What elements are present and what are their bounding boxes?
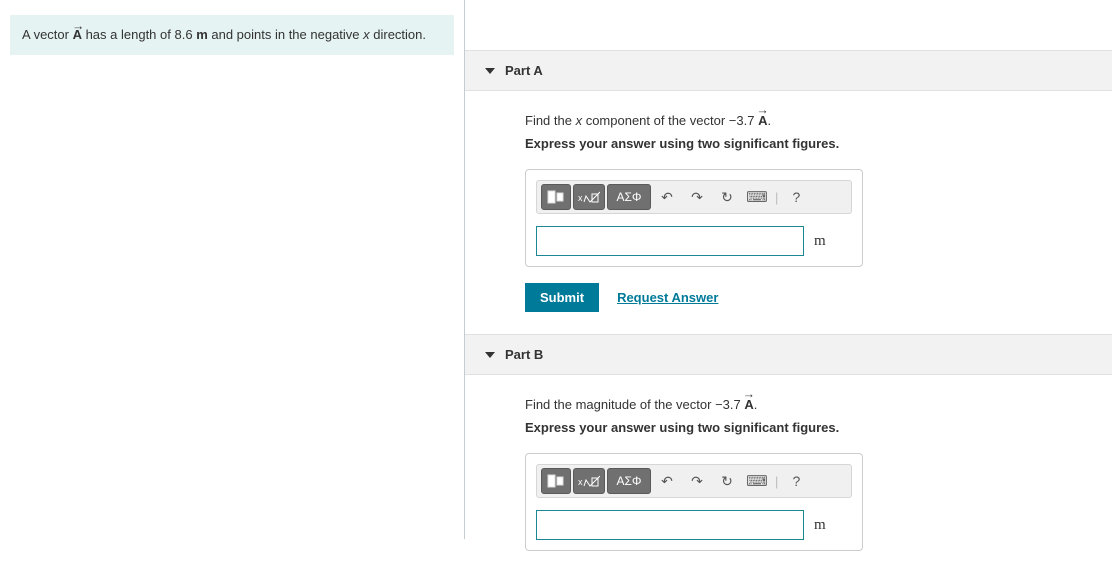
equation-toolbar: x ΑΣΦ ↶ ↷ ↻ ⌨ | ?: [536, 180, 852, 214]
part-body-a: Find the x component of the vector −3.7 …: [465, 91, 1112, 334]
undo-button[interactable]: ↶: [653, 468, 681, 494]
problem-intro: A vector A has a length of 8.6 m and poi…: [10, 15, 454, 55]
redo-button[interactable]: ↷: [683, 184, 711, 210]
prompt-a: Find the x component of the vector −3.7 …: [525, 113, 1080, 128]
fraction-root-button[interactable]: x: [573, 468, 605, 494]
greek-symbols-button[interactable]: ΑΣΦ: [607, 184, 651, 210]
vector-A-symbol: A: [73, 27, 82, 42]
svg-text:x: x: [578, 477, 583, 487]
vector-A-symbol: A: [758, 113, 767, 128]
help-button[interactable]: ?: [782, 468, 810, 494]
part-body-b: Find the magnitude of the vector −3.7 A.…: [465, 375, 1112, 573]
chevron-down-icon: [485, 68, 495, 74]
prompt-text: component of the vector: [582, 113, 729, 128]
prompt-text: Find the: [525, 113, 576, 128]
request-answer-link[interactable]: Request Answer: [617, 290, 718, 305]
answer-input-a[interactable]: [536, 226, 804, 256]
problem-statement-pane: A vector A has a length of 8.6 m and poi…: [0, 0, 465, 539]
intro-text: direction.: [370, 27, 426, 42]
length-value: 8.6: [174, 27, 192, 42]
template-button[interactable]: [541, 468, 571, 494]
intro-text: has a length of: [82, 27, 175, 42]
part-title: Part A: [505, 63, 543, 78]
scalar-factor: −3.7: [715, 397, 741, 412]
svg-text:x: x: [578, 193, 583, 203]
template-button[interactable]: [541, 184, 571, 210]
reset-button[interactable]: ↻: [713, 468, 741, 494]
undo-button[interactable]: ↶: [653, 184, 681, 210]
scalar-factor: −3.7: [729, 113, 755, 128]
answer-box-b: x ΑΣΦ ↶ ↷ ↻ ⌨ | ? m: [525, 453, 863, 551]
toolbar-separator: |: [775, 190, 778, 205]
help-button[interactable]: ?: [782, 184, 810, 210]
equation-toolbar: x ΑΣΦ ↶ ↷ ↻ ⌨ | ?: [536, 464, 852, 498]
part-title: Part B: [505, 347, 543, 362]
unit-label: m: [814, 517, 826, 534]
sig-fig-hint: Express your answer using two significan…: [525, 136, 1080, 151]
keyboard-icon[interactable]: ⌨: [743, 468, 771, 494]
greek-symbols-button[interactable]: ΑΣΦ: [607, 468, 651, 494]
part-header-b[interactable]: Part B: [465, 334, 1112, 375]
intro-text: and points in the negative: [208, 27, 363, 42]
answer-box-a: x ΑΣΦ ↶ ↷ ↻ ⌨ | ? m: [525, 169, 863, 267]
vector-A-symbol: A: [744, 397, 753, 412]
unit-label: m: [814, 233, 826, 250]
reset-button[interactable]: ↻: [713, 184, 741, 210]
prompt-text: Find the magnitude of the vector: [525, 397, 715, 412]
prompt-b: Find the magnitude of the vector −3.7 A.: [525, 397, 1080, 412]
keyboard-icon[interactable]: ⌨: [743, 184, 771, 210]
length-unit: m: [196, 27, 208, 42]
submit-button[interactable]: Submit: [525, 283, 599, 312]
part-header-a[interactable]: Part A: [465, 50, 1112, 91]
answer-pane: Part A Find the x component of the vecto…: [465, 0, 1112, 539]
actions-row-a: Submit Request Answer: [525, 283, 1080, 312]
fraction-root-button[interactable]: x: [573, 184, 605, 210]
intro-text: A vector: [22, 27, 73, 42]
chevron-down-icon: [485, 352, 495, 358]
toolbar-separator: |: [775, 474, 778, 489]
sig-fig-hint: Express your answer using two significan…: [525, 420, 1080, 435]
answer-input-b[interactable]: [536, 510, 804, 540]
redo-button[interactable]: ↷: [683, 468, 711, 494]
